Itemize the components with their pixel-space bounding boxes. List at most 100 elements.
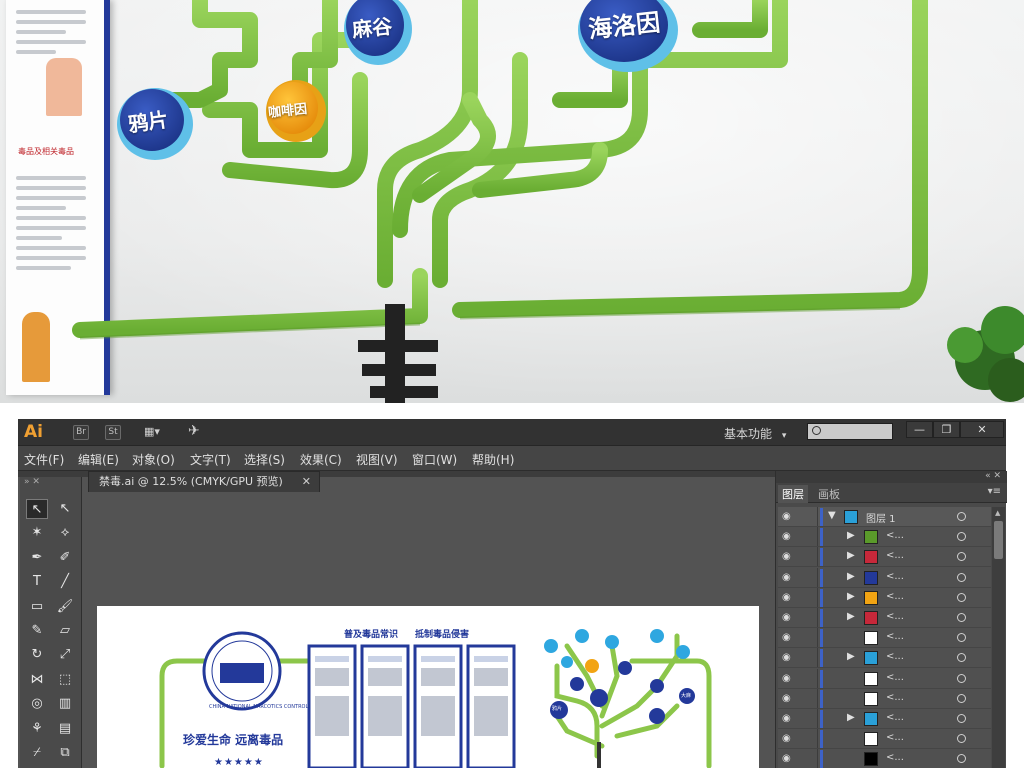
lock-toggle[interactable] (804, 527, 818, 547)
expand-right-icon[interactable]: ▶ (847, 571, 855, 582)
target-circle-icon[interactable] (957, 653, 966, 663)
menu-object[interactable]: 对象(O) (132, 451, 175, 468)
layer-row[interactable]: ◉ <... (778, 688, 991, 709)
expand-right-icon[interactable]: ▶ (847, 591, 855, 602)
arrange-documents-button[interactable]: ▦▾ (144, 425, 170, 440)
tool-rotate-icon[interactable]: ↻ (26, 645, 48, 665)
lock-toggle[interactable] (804, 547, 818, 567)
tool-selection-icon[interactable]: ↖ (26, 499, 48, 519)
workspace-switcher[interactable]: 基本功能 ▾ (724, 425, 786, 442)
tool-paintbrush-icon[interactable]: 🖌 (54, 597, 76, 617)
visibility-eye-icon[interactable]: ◉ (782, 511, 791, 522)
menu-type[interactable]: 文字(T) (190, 451, 231, 468)
layer-row[interactable]: ◉ <... (778, 729, 991, 750)
tool-pen-icon[interactable]: ✒ (26, 548, 48, 568)
layer-row[interactable]: ◉ <... (778, 628, 991, 649)
minimize-button[interactable]: — (906, 421, 933, 438)
visibility-eye-icon[interactable]: ◉ (782, 693, 791, 704)
visibility-eye-icon[interactable]: ◉ (782, 753, 791, 764)
lock-toggle[interactable] (804, 709, 818, 728)
bridge-button[interactable]: Br (73, 425, 89, 440)
lock-toggle[interactable] (804, 668, 818, 688)
menu-help[interactable]: 帮助(H) (472, 451, 514, 468)
close-icon[interactable]: ✕ (302, 472, 311, 492)
layer-row-top[interactable]: ◉ ▼ 图层 1 (778, 507, 991, 527)
expand-down-icon[interactable]: ▼ (828, 510, 836, 521)
lock-toggle[interactable] (804, 749, 818, 768)
tab-layers[interactable]: 图层 (778, 485, 808, 503)
menu-window[interactable]: 窗口(W) (412, 451, 457, 468)
tool-type-icon[interactable]: T (26, 572, 48, 592)
layer-row[interactable]: ◉ ▶ <... (778, 709, 991, 729)
scroll-up-icon[interactable]: ▲ (995, 509, 1000, 517)
expand-right-icon[interactable]: ▶ (847, 712, 855, 723)
menu-file[interactable]: 文件(F) (24, 451, 64, 468)
scrollbar-thumb[interactable] (994, 521, 1003, 559)
restore-button[interactable]: ❐ (933, 421, 960, 438)
document-tab[interactable]: 禁毒.ai @ 12.5% (CMYK/GPU 预览) ✕ (88, 471, 320, 492)
target-circle-icon[interactable] (957, 693, 966, 703)
layer-row[interactable]: ◉ ▶ <... (778, 527, 991, 548)
visibility-eye-icon[interactable]: ◉ (782, 713, 791, 724)
visibility-eye-icon[interactable]: ◉ (782, 733, 791, 744)
tool-blend-icon[interactable]: ⧉ (54, 743, 76, 763)
target-circle-icon[interactable] (957, 673, 966, 683)
layers-panel-header[interactable]: « ✕ (776, 471, 1007, 483)
tool-pencil-icon[interactable]: ✎ (26, 621, 48, 641)
tool-magic-wand-icon[interactable]: ✶ (26, 523, 48, 543)
menu-select[interactable]: 选择(S) (244, 451, 285, 468)
target-circle-icon[interactable] (957, 633, 966, 643)
layer-row[interactable]: ◉ ▶ <... (778, 608, 991, 628)
lock-toggle[interactable] (804, 729, 818, 749)
layers-scrollbar[interactable]: ▲ (992, 507, 1005, 768)
menu-effect[interactable]: 效果(C) (300, 451, 342, 468)
search-input[interactable] (807, 423, 893, 440)
visibility-eye-icon[interactable]: ◉ (782, 673, 791, 684)
tool-direct-selection-icon[interactable]: ↖ (54, 499, 76, 519)
tool-shape-builder-icon[interactable]: ◎ (26, 694, 48, 714)
layer-row[interactable]: ◉ <... (778, 749, 991, 768)
target-circle-icon[interactable] (957, 532, 966, 542)
menu-view[interactable]: 视图(V) (356, 451, 398, 468)
tool-gradient-icon[interactable]: ▤ (54, 719, 76, 739)
tool-width-icon[interactable]: ⋈ (26, 670, 48, 690)
target-circle-icon[interactable] (957, 592, 966, 602)
lock-toggle[interactable] (804, 587, 818, 607)
tool-rectangle-icon[interactable]: ▭ (26, 597, 48, 617)
tool-scale-icon[interactable]: ⤢ (54, 645, 76, 665)
visibility-eye-icon[interactable]: ◉ (782, 652, 791, 663)
tool-eraser-icon[interactable]: ▱ (54, 621, 76, 641)
tool-line-icon[interactable]: ╱ (54, 572, 76, 592)
stock-button[interactable]: St (105, 425, 121, 440)
lock-toggle[interactable] (804, 608, 818, 627)
expand-right-icon[interactable]: ▶ (847, 550, 855, 561)
tab-artboards[interactable]: 画板 (814, 485, 844, 503)
tool-curvature-icon[interactable]: ✐ (54, 548, 76, 568)
expand-right-icon[interactable]: ▶ (847, 651, 855, 662)
layer-row[interactable]: ◉ <... (778, 668, 991, 689)
tool-lasso-icon[interactable]: ⟡ (54, 523, 76, 543)
visibility-eye-icon[interactable]: ◉ (782, 612, 791, 623)
target-circle-icon[interactable] (957, 734, 966, 744)
target-circle-icon[interactable] (957, 572, 966, 582)
panel-menu-icon[interactable]: ▾≡ (988, 486, 1001, 497)
layer-row[interactable]: ◉ ▶ <... (778, 547, 991, 568)
layer-row[interactable]: ◉ ▶ <... (778, 587, 991, 608)
lock-toggle[interactable] (804, 688, 818, 708)
target-circle-icon[interactable] (957, 512, 966, 521)
target-circle-icon[interactable] (957, 714, 966, 723)
visibility-eye-icon[interactable]: ◉ (782, 551, 791, 562)
gpu-performance-icon[interactable]: ✈ (188, 423, 200, 439)
lock-toggle[interactable] (804, 567, 818, 587)
visibility-eye-icon[interactable]: ◉ (782, 572, 791, 583)
layer-row[interactable]: ◉ ▶ <... (778, 567, 991, 588)
tool-symbol-sprayer-icon[interactable]: ⚘ (26, 719, 48, 739)
target-circle-icon[interactable] (957, 552, 966, 562)
lock-toggle[interactable] (804, 628, 818, 648)
layer-row[interactable]: ◉ ▶ <... (778, 648, 991, 669)
tool-chart-icon[interactable]: ▥ (54, 694, 76, 714)
expand-right-icon[interactable]: ▶ (847, 530, 855, 541)
visibility-eye-icon[interactable]: ◉ (782, 592, 791, 603)
target-circle-icon[interactable] (957, 613, 966, 622)
lock-toggle[interactable] (804, 648, 818, 668)
